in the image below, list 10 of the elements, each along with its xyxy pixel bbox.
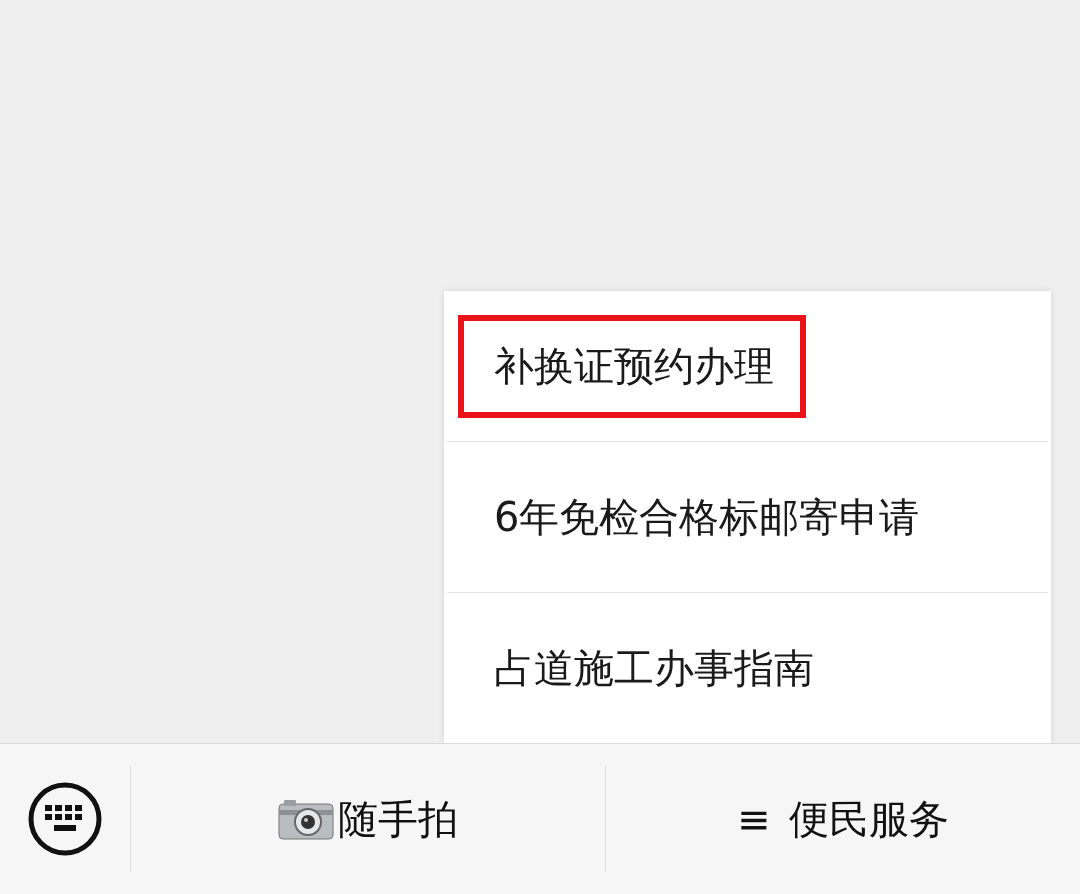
menu-tab[interactable]: 随手拍 xyxy=(131,744,605,894)
keyboard-icon[interactable] xyxy=(27,781,103,857)
menu-item[interactable]: 补换证预约办理 xyxy=(444,291,1051,441)
camera-icon xyxy=(278,798,334,840)
menu-item-label: 占道施工办事指南 xyxy=(493,643,815,693)
menu-item[interactable]: 6年免检合格标邮寄申请 xyxy=(444,442,1051,592)
menu-item-label: 6年免检合格标邮寄申请 xyxy=(493,492,921,542)
menu-item-label: 补换证预约办理 xyxy=(458,314,806,418)
menu-tab[interactable]: ≡ 便民服务 xyxy=(606,744,1080,894)
menu-item[interactable]: 占道施工办事指南 xyxy=(444,593,1051,743)
